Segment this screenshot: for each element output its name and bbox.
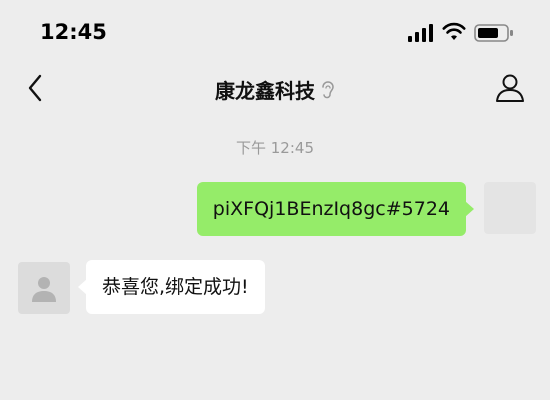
status-bar: 12:45 <box>0 0 550 60</box>
status-icons <box>408 22 528 46</box>
sent-message-text: piXFQj1BEnzIq8gc#5724 <box>212 198 450 220</box>
sent-message-bubble[interactable]: piXFQj1BEnzIq8gc#5724 <box>196 182 475 236</box>
received-message-text: 恭喜您,绑定成功! <box>102 276 249 298</box>
chat-title: 康龙鑫科技 <box>0 75 550 104</box>
self-avatar[interactable] <box>484 182 536 234</box>
default-avatar-icon <box>32 277 56 302</box>
person-icon <box>496 74 524 102</box>
nav-bar: 康龙鑫科技 <box>0 60 550 118</box>
wifi-icon <box>442 22 466 40</box>
battery-icon <box>474 24 513 42</box>
profile-button[interactable] <box>492 70 528 106</box>
received-message-bubble[interactable]: 恭喜您,绑定成功! <box>78 260 265 314</box>
message-timestamp: 下午 12:45 <box>236 139 314 157</box>
status-time: 12:45 <box>40 20 107 44</box>
chat-title-text: 康龙鑫科技 <box>215 79 315 103</box>
ear-icon <box>322 80 334 98</box>
signal-icon <box>408 24 433 42</box>
contact-avatar[interactable] <box>18 262 70 314</box>
